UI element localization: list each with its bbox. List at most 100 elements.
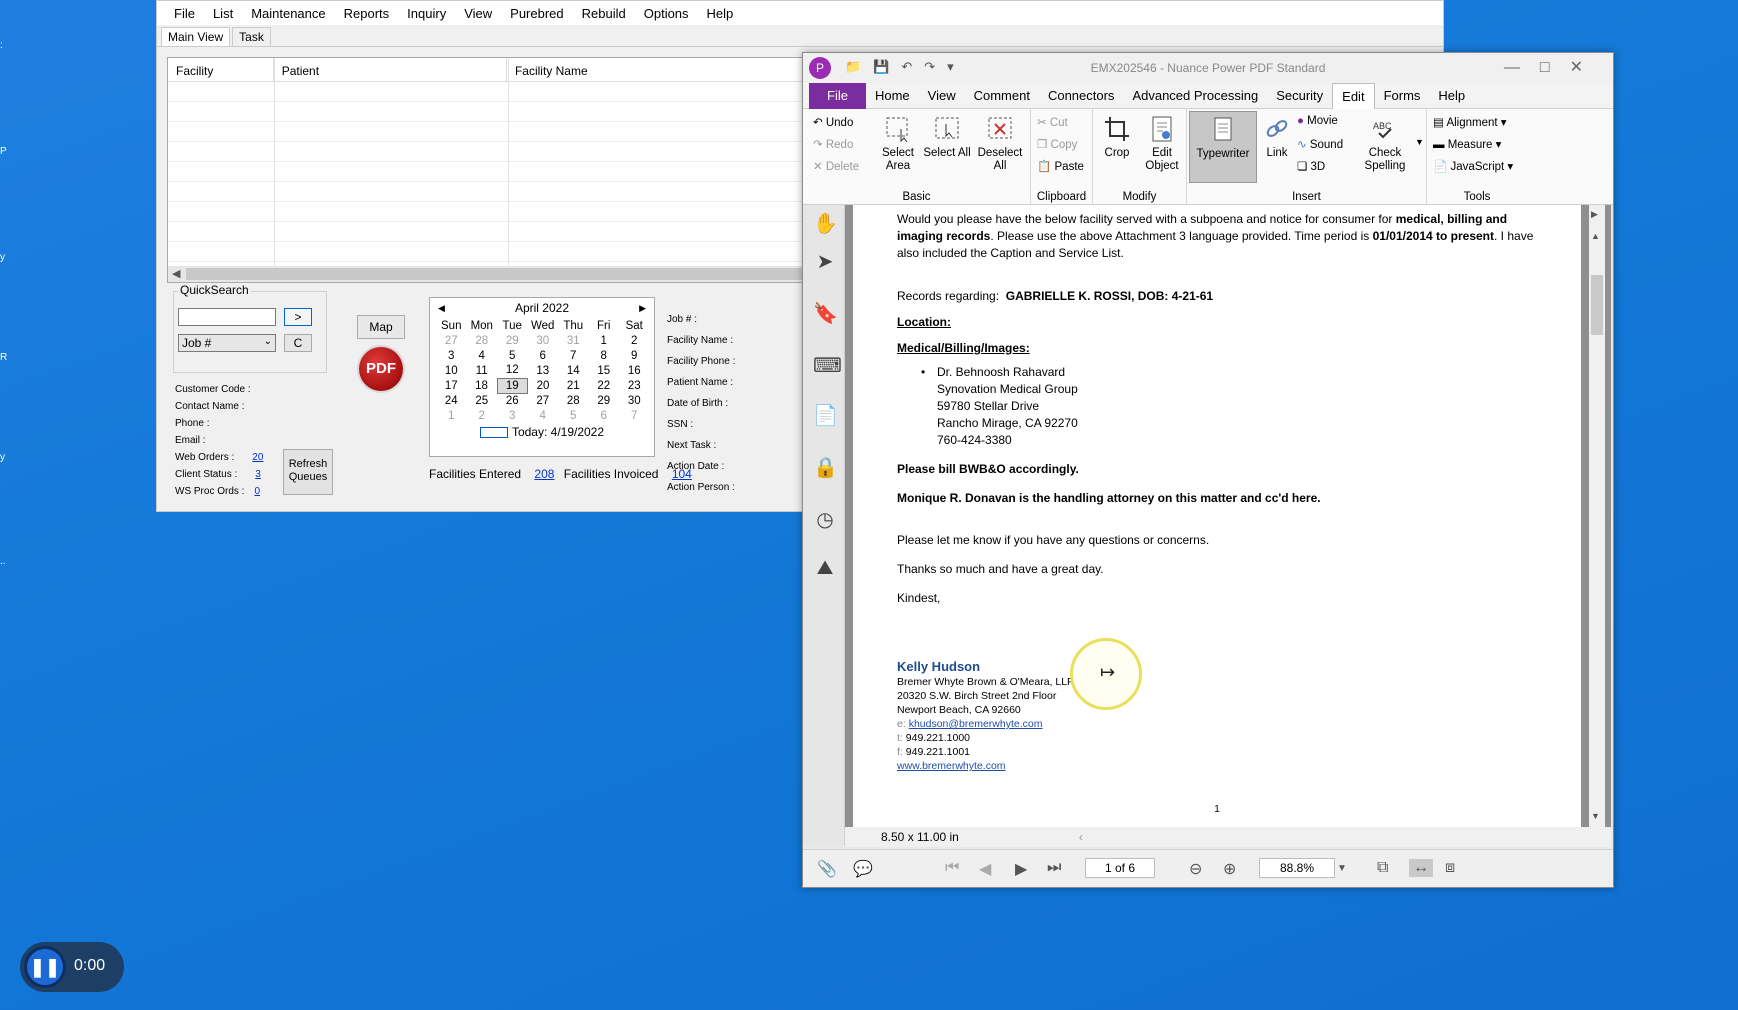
- menu-maintenance[interactable]: Maintenance: [242, 6, 334, 21]
- calendar-day[interactable]: 7: [619, 408, 650, 423]
- h-scroll-left-icon[interactable]: ‹: [1079, 830, 1083, 844]
- web-orders-link[interactable]: 20: [252, 452, 263, 463]
- cut-button[interactable]: ✂ Cut: [1037, 115, 1068, 129]
- tab-comment[interactable]: Comment: [965, 83, 1039, 109]
- javascript-button[interactable]: 📄 JavaScript ▾: [1433, 159, 1513, 173]
- horizontal-scrollbar[interactable]: ◀: [168, 266, 806, 282]
- quicksearch-input[interactable]: [178, 308, 276, 326]
- calendar-day[interactable]: 3: [436, 348, 467, 363]
- calendar-today[interactable]: Today: 4/19/2022: [430, 425, 654, 439]
- menu-options[interactable]: Options: [635, 6, 698, 21]
- movie-button[interactable]: ● Movie: [1297, 115, 1338, 127]
- zoom-field[interactable]: 88.8%: [1259, 858, 1335, 878]
- zoom-in-icon[interactable]: ⊕: [1223, 859, 1236, 879]
- calendar-day[interactable]: 7: [558, 348, 589, 363]
- zoom-out-icon[interactable]: ⊖: [1189, 859, 1202, 879]
- zoom-dropdown-icon[interactable]: ▼: [1337, 863, 1347, 874]
- calendar-day[interactable]: 9: [619, 348, 650, 363]
- pdf-page[interactable]: Would you please have the below facility…: [853, 205, 1581, 827]
- calendar-day[interactable]: 26: [497, 393, 528, 408]
- calendar-day[interactable]: 19: [496, 377, 528, 394]
- tab-connectors[interactable]: Connectors: [1039, 83, 1123, 109]
- calendar-day[interactable]: 24: [436, 393, 467, 408]
- crop-button[interactable]: Crop: [1097, 115, 1137, 160]
- quicksearch-clear-button[interactable]: C: [284, 334, 312, 352]
- scroll-down-icon[interactable]: ▼: [1591, 811, 1600, 821]
- menu-list[interactable]: List: [204, 6, 242, 21]
- prev-month-icon[interactable]: ◀: [438, 298, 445, 318]
- calendar-day[interactable]: 23: [619, 378, 650, 393]
- calendar-day[interactable]: 20: [528, 378, 559, 393]
- fit-width-icon[interactable]: ↔: [1409, 859, 1433, 877]
- fit-page-icon[interactable]: ⧉: [1377, 859, 1388, 877]
- comments-icon[interactable]: 💬: [853, 859, 873, 879]
- month-calendar[interactable]: ◀ April 2022 ▶ Sun Mon Tue Wed Thu Fri Sat 27 2…: [429, 297, 655, 457]
- ws-proc-ords-link[interactable]: 0: [254, 486, 260, 497]
- menu-reports[interactable]: Reports: [335, 6, 399, 21]
- calendar-day[interactable]: 13: [528, 363, 559, 378]
- scroll-thumb[interactable]: [1591, 275, 1603, 335]
- calendar-day[interactable]: 27: [436, 333, 467, 348]
- search-field-select[interactable]: Job # ⌄: [178, 334, 276, 352]
- menu-file[interactable]: File: [165, 6, 204, 21]
- last-page-icon[interactable]: ⏭: [1047, 859, 1061, 877]
- scroll-thumb[interactable]: [186, 268, 806, 280]
- check-spelling-button[interactable]: ABC Check Spelling: [1357, 115, 1413, 173]
- tab-main-view[interactable]: Main View: [161, 27, 231, 46]
- calendar-day[interactable]: 29: [497, 333, 528, 348]
- map-button[interactable]: Map: [357, 315, 405, 339]
- signature-website-link[interactable]: www.bremerwhyte.com: [897, 759, 1581, 773]
- stamp-icon[interactable]: ⌨: [813, 353, 842, 377]
- calendar-day[interactable]: 6: [528, 348, 559, 363]
- calendar-day[interactable]: 4: [528, 408, 559, 423]
- vertical-scrollbar[interactable]: ▶ ▲ ▼: [1589, 205, 1605, 827]
- calendar-day[interactable]: 1: [436, 408, 467, 423]
- tab-view[interactable]: View: [919, 83, 965, 109]
- alignment-button[interactable]: ▤ Alignment ▾: [1433, 115, 1507, 129]
- deselect-all-button[interactable]: Deselect All: [975, 115, 1025, 173]
- calendar-day[interactable]: 27: [528, 393, 559, 408]
- calendar-day[interactable]: 14: [558, 363, 589, 378]
- tab-file[interactable]: File: [809, 82, 866, 109]
- scroll-right-icon[interactable]: ▶: [1591, 209, 1598, 220]
- calendar-day[interactable]: 30: [619, 393, 650, 408]
- select-tool-icon[interactable]: ➤: [813, 249, 837, 273]
- column-header-patient[interactable]: Patient: [274, 58, 507, 81]
- tab-task[interactable]: Task: [232, 27, 271, 46]
- client-status-link[interactable]: 3: [255, 469, 261, 480]
- tab-help[interactable]: Help: [1429, 83, 1474, 109]
- pause-button[interactable]: ❚❚: [24, 946, 66, 988]
- calendar-day[interactable]: 5: [558, 408, 589, 423]
- menu-help[interactable]: Help: [698, 6, 743, 21]
- calendar-day[interactable]: 25: [467, 393, 498, 408]
- calendar-day[interactable]: 17: [436, 378, 467, 393]
- sound-button[interactable]: ∿ Sound: [1297, 137, 1343, 151]
- calendar-day[interactable]: 5: [497, 348, 528, 363]
- calendar-day[interactable]: 11: [467, 363, 498, 378]
- calendar-day[interactable]: 10: [436, 363, 467, 378]
- menu-rebuild[interactable]: Rebuild: [573, 6, 635, 21]
- calendar-day[interactable]: 4: [467, 348, 498, 363]
- security-lock-icon[interactable]: 🔒: [813, 455, 838, 479]
- calendar-day[interactable]: 2: [619, 333, 650, 348]
- select-area-button[interactable]: Select Area: [877, 115, 919, 173]
- next-page-icon[interactable]: ▶: [1015, 859, 1027, 879]
- scroll-left-icon[interactable]: ◀: [172, 267, 180, 280]
- undo-button[interactable]: ↶ Undo: [813, 115, 853, 129]
- first-page-icon[interactable]: ⏮: [945, 859, 959, 877]
- calendar-day[interactable]: 28: [558, 393, 589, 408]
- facilities-entered-link[interactable]: 208: [534, 467, 554, 481]
- calendar-day[interactable]: 1: [589, 333, 620, 348]
- insert-more-icon[interactable]: ▼: [1415, 137, 1424, 147]
- typewriter-button[interactable]: Typewriter: [1189, 111, 1257, 183]
- tab-edit[interactable]: Edit: [1332, 82, 1375, 109]
- calendar-day[interactable]: 16: [619, 363, 650, 378]
- edit-object-button[interactable]: Edit Object: [1139, 115, 1185, 173]
- calendar-day[interactable]: 21: [558, 378, 589, 393]
- calendar-day[interactable]: 15: [589, 363, 620, 378]
- calendar-day[interactable]: 12: [497, 363, 528, 378]
- calendar-day[interactable]: 8: [589, 348, 620, 363]
- calendar-day[interactable]: 28: [467, 333, 498, 348]
- full-screen-icon[interactable]: ⧈: [1445, 859, 1455, 877]
- jobs-grid[interactable]: Facility Patient Facility Name ◀: [167, 57, 807, 283]
